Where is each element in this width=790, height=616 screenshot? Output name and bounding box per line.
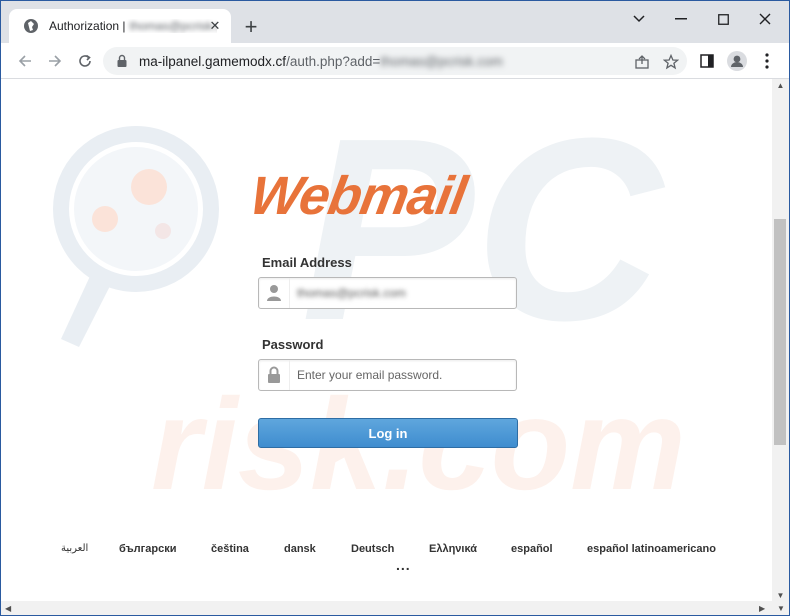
forward-icon[interactable] [43,49,67,73]
url-domain: ma-ilpanel.gamemodx.cf [139,53,287,69]
lang-czech[interactable]: čeština [211,543,249,555]
tab-strip: Authorization | thomas@pcrisk.com ✕ + [1,1,789,43]
lang-spanish[interactable]: español [511,543,553,555]
sidebar-icon[interactable] [695,49,719,73]
login-button[interactable]: Log in [258,418,518,448]
scroll-right-icon[interactable]: ▶ [759,604,765,613]
lang-bulgarian[interactable]: български [119,543,176,555]
star-icon[interactable] [660,51,682,73]
tab-authorization[interactable]: Authorization | thomas@pcrisk.com ✕ [9,9,231,43]
email-label: Email Address [262,255,352,270]
minimize-icon[interactable] [659,7,703,31]
language-list: العربية български čeština dansk Deutsch … [1,543,772,563]
back-icon[interactable] [13,49,37,73]
webmail-logo: Webmail [246,166,531,226]
vertical-scrollbar[interactable]: ▲ ▼ [772,79,789,601]
profile-icon[interactable] [725,49,749,73]
lang-greek[interactable]: Ελληνικά [429,543,477,555]
tab-title-text: Authorization | [49,19,126,33]
url-param-blurred: thomas@pcrisk.com [380,53,503,69]
password-label: Password [262,337,324,352]
lang-german[interactable]: Deutsch [351,543,394,555]
tab-title-blurred: thomas@pcrisk.com [129,19,218,33]
more-languages[interactable]: ... [396,557,411,573]
plus-icon[interactable]: + [239,14,263,39]
scroll-up-icon[interactable]: ▲ [776,81,785,90]
lock-icon[interactable] [115,54,129,68]
close-icon[interactable]: ✕ [207,18,223,34]
address-bar[interactable]: ma-ilpanel.gamemodx.cf /auth.php?add= th… [103,47,687,75]
url-text: ma-ilpanel.gamemodx.cf /auth.php?add= th… [139,54,503,69]
share-icon[interactable] [631,51,653,73]
window-close-icon[interactable] [743,7,787,31]
lang-danish[interactable]: dansk [284,543,316,555]
menu-icon[interactable] [755,49,779,73]
svg-text:PC: PC [301,85,665,375]
scroll-thumb[interactable] [774,219,786,445]
password-placeholder: Enter your email password. [297,368,443,382]
globe-icon [23,18,39,34]
email-field[interactable]: thomas@pcrisk.com [258,277,517,309]
reload-icon[interactable] [73,49,97,73]
lang-arabic[interactable]: العربية [61,543,88,554]
browser-window: Authorization | thomas@pcrisk.com ✕ + [0,0,790,616]
pcrisk-watermark: PC risk.com [53,85,686,517]
user-icon [259,278,290,308]
password-field[interactable]: Enter your email password. [258,359,517,391]
toolbar: ma-ilpanel.gamemodx.cf /auth.php?add= th… [1,43,789,79]
logo-text: Webmail [245,166,471,226]
page-viewport: PC risk.com Webmail Email Address thomas… [1,79,772,601]
scroll-down-icon[interactable]: ▼ [776,591,785,600]
horizontal-scrollbar[interactable]: ◀ ▶ ▼ [1,601,789,615]
url-path: /auth.php?add= [286,53,381,69]
scroll-left-icon[interactable]: ◀ [5,604,11,613]
scroll-down-corner-icon[interactable]: ▼ [777,604,785,613]
tab-title: Authorization | thomas@pcrisk.com [49,19,217,33]
chevron-down-icon[interactable] [617,7,661,31]
lang-spanish-latam[interactable]: español latinoamericano [587,543,716,555]
maximize-icon[interactable] [701,7,745,31]
padlock-icon [259,360,290,390]
email-value: thomas@pcrisk.com [297,286,406,300]
